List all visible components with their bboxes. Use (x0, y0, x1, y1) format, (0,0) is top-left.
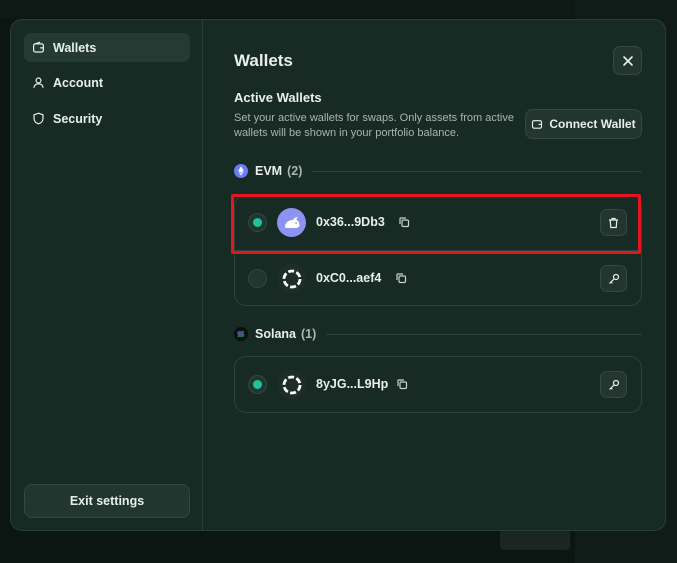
wallet-row[interactable]: 8yJG...L9Hp (235, 357, 641, 412)
key-button[interactable] (600, 371, 627, 398)
key-icon (608, 379, 619, 390)
solana-icon (234, 327, 248, 341)
settings-sidebar: Wallets Account Security Exit settings (11, 20, 203, 530)
solana-group-header: Solana (1) (234, 325, 642, 343)
ring-avatar (277, 264, 306, 293)
sidebar-item-label: Wallets (53, 40, 97, 55)
evm-wallet-list: 0x36...9Db3 0xC0...aef4 (234, 194, 642, 306)
active-toggle[interactable] (248, 213, 267, 232)
close-icon (622, 55, 633, 66)
sidebar-item-label: Account (53, 75, 103, 90)
wallets-panel: Wallets Active Wallets Set your active w… (204, 20, 665, 530)
sidebar-item-wallets[interactable]: Wallets (24, 33, 190, 62)
sidebar-item-security[interactable]: Security (24, 104, 190, 133)
connect-wallet-label: Connect Wallet (549, 117, 636, 131)
group-name: EVM (255, 164, 283, 178)
wallet-address: 0x36...9Db3 (316, 215, 385, 229)
wallet-row[interactable]: 0xC0...aef4 (235, 250, 641, 305)
active-toggle[interactable] (248, 375, 267, 394)
wallet-address: 0xC0...aef4 (316, 271, 382, 285)
copy-icon[interactable] (396, 378, 408, 390)
wallet-icon (532, 120, 543, 129)
active-dot (253, 380, 262, 389)
solana-wallet-list: 8yJG...L9Hp (234, 356, 642, 413)
ring-avatar (277, 370, 306, 399)
trash-icon (609, 217, 618, 228)
key-button[interactable] (600, 265, 627, 292)
active-wallets-title: Active Wallets (234, 90, 322, 105)
connect-wallet-button[interactable]: Connect Wallet (525, 109, 642, 139)
active-dot (253, 218, 262, 227)
divider (326, 333, 642, 335)
active-toggle[interactable] (248, 269, 267, 288)
shield-icon (32, 112, 45, 125)
active-wallets-description: Set your active wallets for swaps. Only … (234, 112, 514, 139)
sidebar-item-label: Security (53, 111, 103, 126)
remove-wallet-button[interactable] (600, 209, 627, 236)
group-count: (1) (301, 327, 317, 341)
divider (312, 170, 642, 172)
wallet-row[interactable]: 0x36...9Db3 (235, 195, 641, 250)
user-icon (32, 76, 45, 89)
wallet-icon (32, 41, 45, 54)
wallet-address: 8yJG...L9Hp (316, 377, 389, 391)
page-title: Wallets (234, 51, 293, 70)
group-name: Solana (255, 327, 296, 341)
exit-settings-button[interactable]: Exit settings (24, 484, 190, 518)
background-chip (500, 530, 570, 550)
group-count: (2) (287, 164, 303, 178)
copy-icon[interactable] (398, 216, 410, 228)
rabbit-avatar (277, 208, 306, 237)
ethereum-icon (234, 164, 248, 178)
evm-group-header: EVM (2) (234, 162, 642, 180)
close-button[interactable] (613, 46, 642, 75)
settings-modal: Wallets Account Security Exit settings W… (10, 19, 666, 531)
copy-icon[interactable] (395, 272, 407, 284)
sidebar-item-account[interactable]: Account (24, 68, 190, 97)
key-icon (608, 273, 619, 284)
